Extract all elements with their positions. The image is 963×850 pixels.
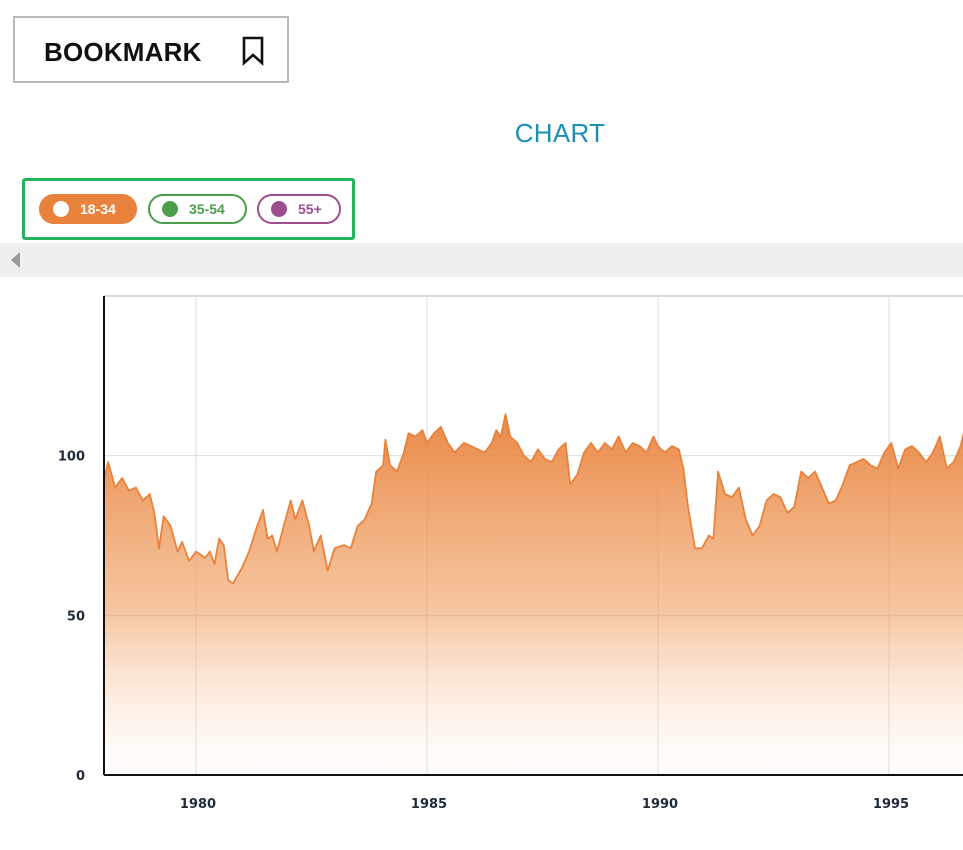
bookmark-icon <box>242 36 264 66</box>
y-tick-label: 100 <box>58 450 85 465</box>
y-tick-label: 0 <box>76 769 85 784</box>
legend-item-35-54[interactable]: 35-54 <box>148 194 247 224</box>
legend-dot-icon <box>162 201 178 217</box>
x-tick-label: 1990 <box>642 797 678 812</box>
legend: 18-34 35-54 55+ <box>22 178 355 240</box>
legend-item-18-34[interactable]: 18-34 <box>39 194 137 224</box>
x-tick-label: 1980 <box>180 797 216 812</box>
legend-label: 35-54 <box>189 201 225 217</box>
chart-title: CHART <box>514 118 606 148</box>
bookmark-label: BOOKMARK <box>44 37 202 67</box>
legend-label: 18-34 <box>80 201 116 217</box>
bookmark-button[interactable]: BOOKMARK <box>13 16 289 83</box>
x-tick-label: 1985 <box>411 797 447 812</box>
x-tick-label: 1995 <box>873 797 909 812</box>
area-chart: 0 50 100 1980 1985 1990 1995 <box>58 295 963 812</box>
legend-item-55-plus[interactable]: 55+ <box>257 194 341 224</box>
legend-dot-icon <box>271 201 287 217</box>
series-area-18-34 <box>103 414 963 775</box>
y-tick-label: 50 <box>67 609 85 624</box>
legend-dot-icon <box>53 201 69 217</box>
chevron-left-icon[interactable] <box>11 252 20 268</box>
legend-label: 55+ <box>298 201 322 217</box>
horizontal-scrollbar[interactable] <box>0 243 963 277</box>
